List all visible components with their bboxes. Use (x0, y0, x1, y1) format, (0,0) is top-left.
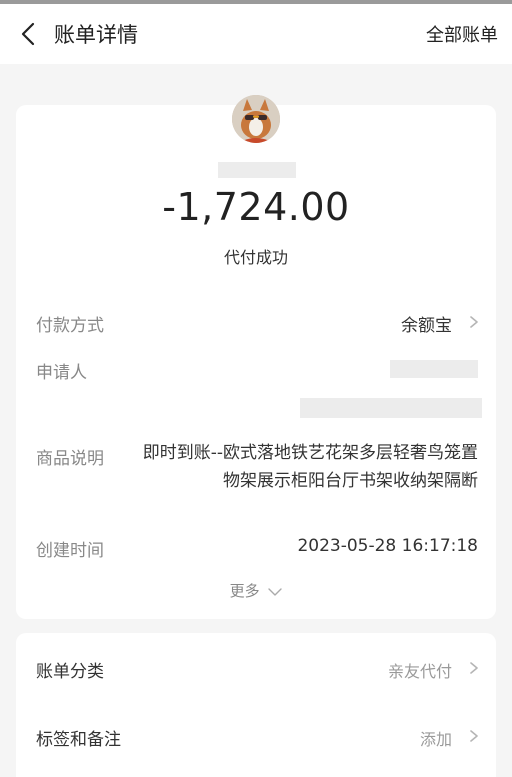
avatar (232, 95, 280, 143)
more-button[interactable]: 更多 (16, 580, 496, 601)
chevron-right-icon (470, 662, 478, 674)
payee-name-redacted (218, 162, 296, 178)
account-redacted (300, 398, 482, 418)
avatar-image (232, 95, 280, 143)
navigation-bar: 账单详情 全部账单 (0, 4, 512, 64)
more-label: 更多 (229, 582, 260, 600)
tags-notes-label: 标签和备注 (36, 730, 121, 750)
created-time-value: 2023-05-28 16:17:18 (297, 536, 478, 556)
bill-amount: -1,724.00 (162, 185, 350, 229)
bill-extra-card: 账单分类 亲友代付 标签和备注 添加 (16, 633, 496, 777)
tags-notes-add: 添加 (419, 730, 452, 749)
all-bills-link[interactable]: 全部账单 (426, 21, 498, 47)
back-button[interactable] (14, 18, 44, 50)
bill-status: 代付成功 (223, 248, 288, 267)
chevron-left-icon (21, 22, 35, 46)
created-time-label: 创建时间 (36, 541, 104, 561)
page-title: 账单详情 (54, 23, 138, 47)
chevron-right-icon (470, 730, 478, 742)
bill-summary-card: -1,724.00 代付成功 付款方式 余额宝 申请人 商品说明 即时到账--欧… (16, 95, 496, 619)
applicant-label: 申请人 (36, 363, 87, 383)
category-label: 账单分类 (36, 662, 104, 682)
product-description-label: 商品说明 (36, 449, 104, 469)
payment-method-value[interactable]: 余额宝 (401, 311, 452, 336)
payment-method-label: 付款方式 (36, 316, 104, 336)
applicant-redacted (390, 360, 478, 378)
chevron-right-icon (470, 316, 478, 328)
chevron-down-icon (268, 587, 283, 596)
category-value: 亲友代付 (387, 662, 452, 681)
product-description-value: 即时到账--欧式落地铁艺花架多层轻奢鸟笼置物架展示柜阳台厅书架收纳架隔断 (142, 443, 478, 491)
